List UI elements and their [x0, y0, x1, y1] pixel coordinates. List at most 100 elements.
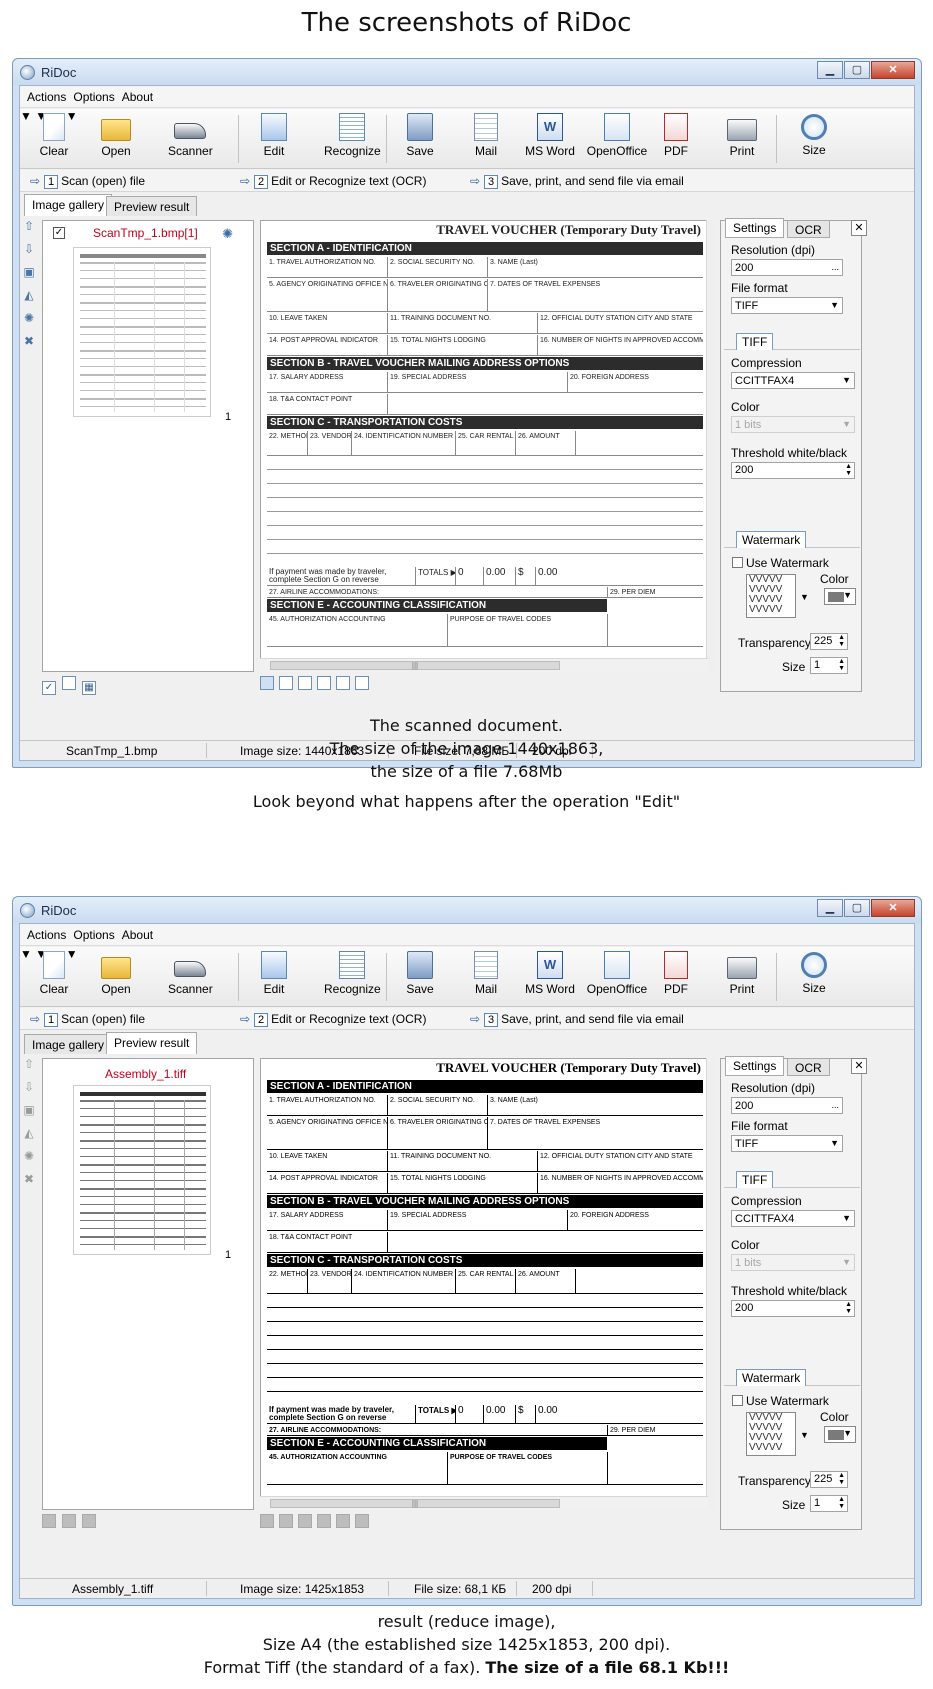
spinner-arrows-icon[interactable]: ▲ ▼: [838, 1496, 845, 1510]
fit-page-icon[interactable]: [260, 1514, 274, 1528]
spinner-arrows-icon[interactable]: ▲ ▼: [845, 1301, 852, 1315]
move-down-icon[interactable]: ⇩: [23, 243, 35, 255]
menu-about[interactable]: About: [122, 86, 153, 108]
scanner-button[interactable]: Scanner: [168, 113, 213, 158]
edit-button[interactable]: Edit: [256, 951, 292, 996]
transparency-spinner[interactable]: 225 ▲ ▼: [810, 633, 848, 650]
watermark-color-picker[interactable]: ▼: [824, 1426, 856, 1443]
scroll-thumb[interactable]: |||: [270, 661, 560, 670]
spinner-arrows-icon[interactable]: ▲ ▼: [838, 1472, 845, 1486]
compression-select[interactable]: CCITTFAX4 ▼: [731, 372, 855, 389]
scanner-button[interactable]: Scanner: [168, 951, 213, 996]
step-scan[interactable]: ⇨ 1 Scan (open) file: [30, 174, 145, 189]
step-edit[interactable]: ⇨ 2 Edit or Recognize text (OCR): [240, 1012, 426, 1027]
watermark-pattern[interactable]: VVVVV VVVVV VVVVV VVVVV: [746, 574, 796, 618]
fit-width-icon[interactable]: [279, 676, 293, 690]
panel-close-icon[interactable]: ✕: [851, 1058, 867, 1074]
recognize-button[interactable]: Recognize: [324, 951, 381, 996]
viewer-horizontal-scrollbar[interactable]: |||: [260, 658, 708, 672]
size-spinner[interactable]: 1 ▲ ▼: [810, 657, 848, 674]
panel-close-icon[interactable]: ✕: [851, 220, 867, 236]
check-all-icon[interactable]: ✓: [42, 681, 56, 695]
zoom-in-icon[interactable]: [336, 1514, 350, 1528]
viewer-vertical-scrollbar[interactable]: [706, 1058, 716, 1510]
file-format-select[interactable]: TIFF ▼: [731, 1135, 843, 1152]
file-format-select[interactable]: TIFF ▼: [731, 297, 843, 314]
actual-size-icon[interactable]: [317, 676, 331, 690]
zoom-in-icon[interactable]: [336, 676, 350, 690]
menu-actions[interactable]: Actions: [27, 86, 66, 108]
step-save[interactable]: ⇨ 3 Save, print, and send file via email: [470, 174, 684, 189]
tab-ocr[interactable]: OCR: [787, 1058, 830, 1076]
flip-icon[interactable]: ◭: [23, 289, 35, 301]
open-dropdown-icon[interactable]: ▼: [20, 947, 32, 961]
move-down-icon[interactable]: ⇩: [23, 1081, 35, 1093]
print-button[interactable]: Print: [724, 951, 760, 996]
size-button[interactable]: Size: [796, 113, 832, 157]
ms-word-button[interactable]: W MS Word: [524, 951, 576, 996]
tab-settings[interactable]: Settings: [725, 1056, 785, 1076]
openoffice-button[interactable]: OpenOffice: [586, 951, 648, 996]
maximize-button[interactable]: ▢: [844, 899, 870, 917]
image-viewer[interactable]: TRAVEL VOUCHER (Temporary Duty Travel) S…: [260, 220, 708, 672]
page-thumbnail[interactable]: [73, 1085, 211, 1255]
title-bar[interactable]: RiDoc ▁ ▢ ✕: [13, 897, 921, 923]
minimize-button[interactable]: ▁: [817, 899, 843, 917]
fit-page-icon[interactable]: [260, 676, 274, 690]
color-select[interactable]: 1 bits ▼: [731, 416, 855, 433]
uncheck-all-icon[interactable]: [62, 1514, 76, 1528]
delete-icon[interactable]: ✖: [23, 335, 35, 347]
flip-icon[interactable]: ◭: [23, 1127, 35, 1139]
settings-icon[interactable]: ✺: [23, 1150, 35, 1162]
page-thumbnail[interactable]: [73, 247, 211, 417]
ellipsis-button[interactable]: ...: [831, 260, 839, 274]
save-button[interactable]: Save: [402, 951, 438, 996]
zoom-out-icon[interactable]: [355, 676, 369, 690]
title-bar[interactable]: RiDoc ▁ ▢ ✕: [13, 59, 921, 85]
check-all-icon[interactable]: [42, 1514, 56, 1528]
openoffice-button[interactable]: OpenOffice: [586, 113, 648, 158]
move-up-icon[interactable]: ⇧: [23, 220, 35, 232]
gear-icon[interactable]: ✺: [222, 226, 233, 242]
menu-actions[interactable]: Actions: [27, 924, 66, 946]
use-watermark-checkbox[interactable]: Use Watermark: [732, 1394, 829, 1408]
save-button[interactable]: Save: [402, 113, 438, 158]
checkbox-icon[interactable]: [732, 557, 743, 568]
spinner-arrows-icon[interactable]: ▲ ▼: [845, 463, 852, 477]
spinner-arrows-icon[interactable]: ▲ ▼: [838, 658, 845, 672]
step-scan[interactable]: ⇨ 1 Scan (open) file: [30, 1012, 145, 1027]
pattern-dropdown-icon[interactable]: ▼: [800, 592, 809, 602]
page-checkbox[interactable]: ✓: [53, 227, 65, 239]
maximize-button[interactable]: ▢: [844, 61, 870, 79]
use-watermark-checkbox[interactable]: Use Watermark: [732, 556, 829, 570]
actual-size-icon[interactable]: [317, 1514, 331, 1528]
watermark-pattern[interactable]: VVVVV VVVVV VVVVV VVVVV: [746, 1412, 796, 1456]
tab-preview-result[interactable]: Preview result: [106, 196, 198, 216]
transparency-spinner[interactable]: 225 ▲ ▼: [810, 1471, 848, 1488]
menu-about[interactable]: About: [122, 924, 153, 946]
tab-image-gallery[interactable]: Image gallery: [24, 194, 113, 216]
clear-button[interactable]: Clear: [36, 113, 72, 158]
fit-height-icon[interactable]: [298, 1514, 312, 1528]
menu-options[interactable]: Options: [73, 86, 114, 108]
print-button[interactable]: Print: [724, 113, 760, 158]
clipboard-icon[interactable]: ▣: [23, 266, 35, 278]
viewer-vertical-scrollbar[interactable]: [706, 220, 716, 672]
pdf-button[interactable]: PDF: [658, 113, 694, 158]
size-spinner[interactable]: 1 ▲ ▼: [810, 1495, 848, 1512]
menu-options[interactable]: Options: [73, 924, 114, 946]
close-button[interactable]: ✕: [871, 61, 915, 79]
tab-settings[interactable]: Settings: [725, 218, 785, 238]
edit-button[interactable]: Edit: [256, 113, 292, 158]
scroll-thumb[interactable]: |||: [270, 1499, 560, 1508]
pattern-dropdown-icon[interactable]: ▼: [800, 1430, 809, 1440]
clear-button[interactable]: Clear: [36, 951, 72, 996]
uncheck-all-icon[interactable]: [62, 676, 76, 690]
minimize-button[interactable]: ▁: [817, 61, 843, 79]
resolution-input[interactable]: 200...: [731, 1097, 843, 1114]
size-button[interactable]: Size: [796, 951, 832, 995]
pdf-button[interactable]: PDF: [658, 951, 694, 996]
color-select[interactable]: 1 bits ▼: [731, 1254, 855, 1271]
threshold-spinner[interactable]: 200 ▲ ▼: [731, 1300, 855, 1317]
recognize-button[interactable]: Recognize: [324, 113, 381, 158]
